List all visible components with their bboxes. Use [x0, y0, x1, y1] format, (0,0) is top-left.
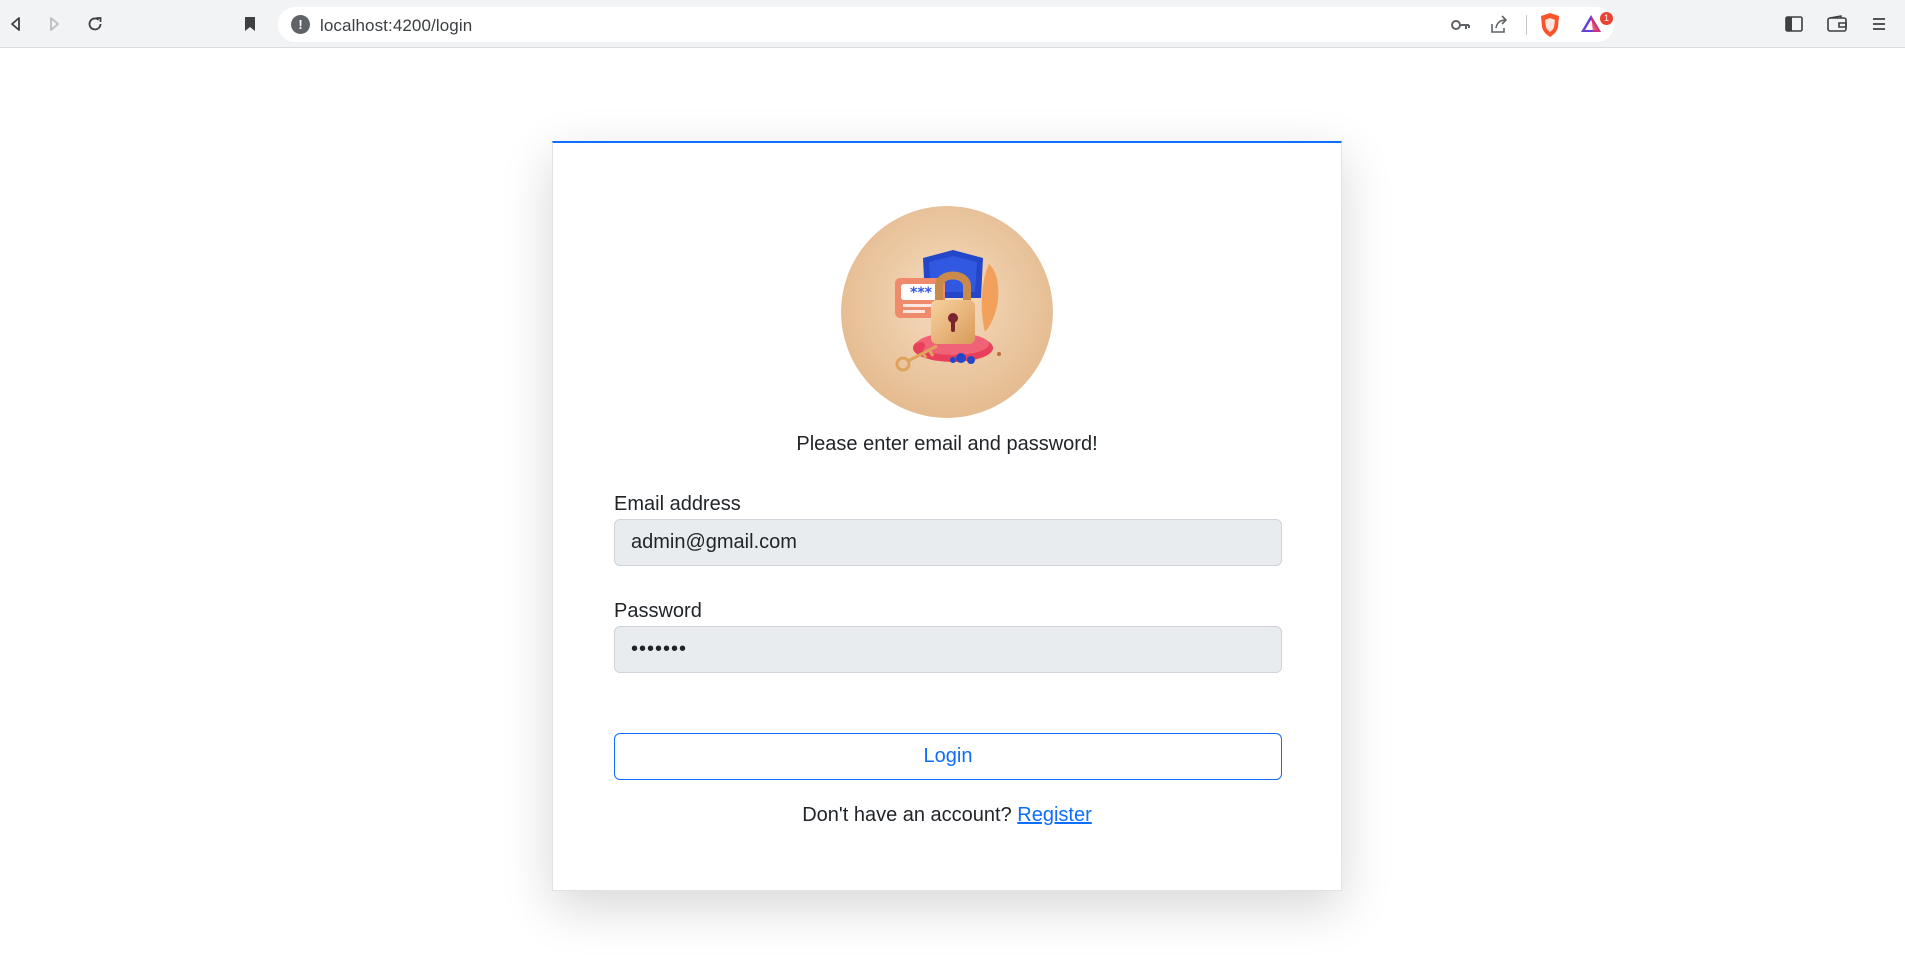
browser-toolbar: ! localhost:4200/login 1 [0, 0, 1905, 48]
forward-icon[interactable] [42, 12, 66, 36]
address-separator [1526, 15, 1527, 35]
site-info-icon[interactable]: ! [291, 15, 310, 34]
login-card: *** Please enter email and password! Ema… [552, 141, 1342, 891]
password-field[interactable] [614, 626, 1282, 673]
register-prompt: Don't have an account? [802, 804, 1012, 826]
lock-illustration: *** [841, 206, 1053, 418]
wallet-icon[interactable] [1825, 12, 1849, 36]
back-icon[interactable] [4, 12, 28, 36]
login-button[interactable]: Login [614, 733, 1282, 780]
register-prompt-line: Don't have an account? Register [553, 804, 1341, 827]
brave-shield-icon[interactable] [1538, 12, 1562, 38]
menu-icon[interactable] [1867, 12, 1891, 36]
bookmark-icon[interactable] [238, 12, 262, 36]
address-bar[interactable]: ! localhost:4200/login [278, 7, 1614, 42]
email-label: Email address [614, 493, 741, 515]
login-subtitle: Please enter email and password! [796, 433, 1098, 455]
password-label: Password [614, 600, 702, 622]
email-field[interactable] [614, 519, 1282, 566]
rewards-badge: 1 [1600, 12, 1613, 25]
register-link[interactable]: Register [1017, 804, 1091, 826]
sidebar-icon[interactable] [1782, 12, 1806, 36]
reload-icon[interactable] [83, 12, 107, 36]
share-icon[interactable] [1488, 14, 1510, 36]
svg-text:***: *** [910, 285, 933, 301]
key-icon[interactable] [1450, 15, 1472, 35]
url-text: localhost:4200/login [320, 16, 473, 35]
